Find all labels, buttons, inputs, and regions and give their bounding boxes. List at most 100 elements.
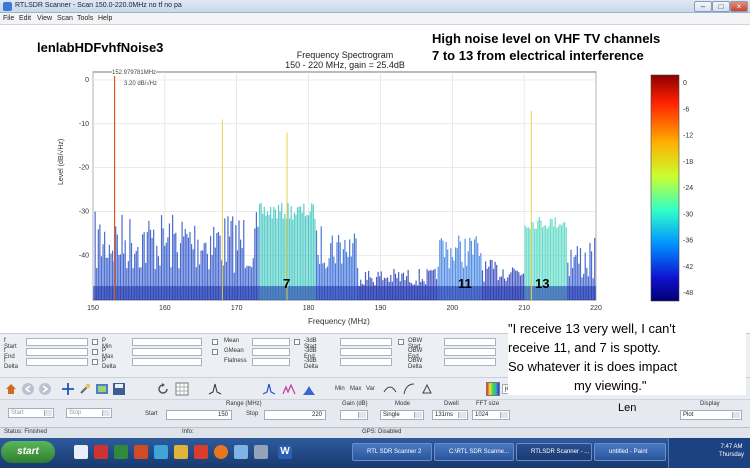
quote-line1: "I receive 13 very well, I can't	[508, 321, 676, 336]
y-tick-0: 0	[85, 77, 89, 84]
mean-checkbox[interactable]	[212, 339, 218, 345]
diff-icon[interactable]	[402, 382, 416, 396]
plot-title: Frequency Spectrogram 150 - 220 MHz, gai…	[250, 50, 440, 70]
start-frequency-input[interactable]: 150	[166, 410, 232, 420]
grid-icon[interactable]	[175, 382, 189, 396]
quicklaunch-ie-icon[interactable]	[154, 445, 168, 459]
max-toggle[interactable]: Max	[350, 386, 361, 392]
gmean-checkbox[interactable]	[212, 349, 218, 355]
menu-bar: File Edit View Scan Tools Help	[0, 13, 750, 25]
colorbar-tick--6: -6	[683, 106, 689, 113]
3db-checkbox[interactable]	[294, 339, 300, 345]
y-tick--10: -10	[79, 121, 89, 128]
quicklaunch-explorer-icon[interactable]	[74, 445, 88, 459]
quote-annotation: "I receive 13 very well, I can't receive…	[508, 319, 746, 395]
quicklaunch-media-icon[interactable]	[94, 445, 108, 459]
obw-checkbox[interactable]	[398, 339, 404, 345]
home-icon[interactable]	[4, 382, 18, 396]
fft-size-label: FFT size	[476, 401, 500, 407]
refresh-icon[interactable]	[156, 382, 170, 396]
x-tick-160: 160	[159, 305, 171, 312]
mode-select[interactable]: Single	[380, 410, 424, 420]
plot-area[interactable]: 150 160 170 180 190 200 210 220 0 -10 -20 -30 -40 0…	[0, 25, 750, 333]
quicklaunch-acrobat-icon[interactable]	[194, 445, 208, 459]
forward-icon[interactable]	[38, 382, 52, 396]
fft-size-select[interactable]: 1024	[472, 410, 510, 420]
x-tick-labels: 150 160 170 180 190 200 210 220	[87, 305, 602, 312]
close-button[interactable]: ×	[730, 1, 748, 12]
menu-help[interactable]: Help	[98, 15, 112, 22]
gain-select[interactable]	[340, 410, 368, 420]
multi-trace-icon[interactable]	[282, 382, 296, 396]
x-tick-220: 220	[590, 305, 602, 312]
y-tick--20: -20	[79, 165, 89, 172]
f-start-value	[26, 338, 88, 346]
quicklaunch-powerpoint-icon[interactable]	[134, 445, 148, 459]
task-rtl-sdr-scanner-2[interactable]: RTL SDR Scanner 2	[352, 443, 432, 461]
start-button-select[interactable]: Start	[8, 408, 54, 418]
plot-title-line1: Frequency Spectrogram	[296, 50, 394, 60]
back-icon[interactable]	[21, 382, 35, 396]
quote-line3: So whatever it is does impact	[508, 359, 678, 374]
f-end-value	[26, 348, 88, 356]
f-delta-label: f Delta	[4, 358, 19, 370]
pan-icon[interactable]	[61, 382, 75, 396]
info-text: Info:	[182, 429, 194, 435]
var-toggle[interactable]: Var	[366, 386, 375, 392]
quicklaunch-folder-icon[interactable]	[174, 445, 188, 459]
menu-scan[interactable]: Scan	[57, 15, 73, 22]
range-label: Range (MHz)	[226, 401, 262, 407]
quicklaunch-excel-icon[interactable]	[114, 445, 128, 459]
x-tick-180: 180	[303, 305, 315, 312]
menu-file[interactable]: File	[3, 15, 14, 22]
dwell-select[interactable]: 131ms	[432, 410, 468, 420]
zoom-icon[interactable]	[78, 382, 92, 396]
smooth-icon[interactable]	[383, 382, 397, 396]
gain-label: Gain (dB)	[342, 401, 368, 407]
peak-icon[interactable]	[208, 382, 222, 396]
obw-start-value	[444, 338, 496, 346]
flatness-value	[252, 358, 290, 366]
menu-edit[interactable]: Edit	[19, 15, 31, 22]
channel-7-label: 7	[283, 276, 291, 291]
headline-annotation: High noise level on VHF TV channels 7 to…	[432, 30, 660, 64]
min-toggle[interactable]: Min	[335, 386, 345, 392]
fill-icon[interactable]	[302, 382, 316, 396]
p-delta-checkbox[interactable]	[92, 359, 98, 365]
menu-tools[interactable]: Tools	[77, 15, 93, 22]
p-min-checkbox[interactable]	[92, 339, 98, 345]
peak-frequency-label: 152.979781MHz	[112, 70, 157, 76]
save-icon[interactable]	[112, 382, 126, 396]
mean-label: Mean	[224, 338, 240, 344]
colorbar-tick--24: -24	[683, 185, 693, 192]
stop-button-select[interactable]: Stop	[66, 408, 112, 418]
p-max-checkbox[interactable]	[92, 349, 98, 355]
menu-view[interactable]: View	[37, 15, 52, 22]
peak-level-label: 3.20 dB/√Hz	[124, 81, 157, 87]
minimize-button[interactable]: –	[694, 1, 712, 12]
colorbar-tick--48: -48	[683, 290, 693, 297]
y-tick--30: -30	[79, 209, 89, 216]
obw-delta-label: OBW Delta	[408, 358, 423, 370]
maximize-button[interactable]: □	[712, 1, 730, 12]
delta-icon[interactable]	[420, 382, 434, 396]
start-button[interactable]: start	[1, 441, 55, 463]
quote-line4: my viewing."	[574, 378, 647, 393]
quicklaunch-word-icon[interactable]: W	[278, 445, 292, 459]
display-select[interactable]: Plot	[680, 410, 742, 420]
quicklaunch-network-icon[interactable]	[234, 445, 248, 459]
single-trace-icon[interactable]	[262, 382, 276, 396]
quicklaunch-firefox-icon[interactable]	[214, 445, 228, 459]
task-paint[interactable]: untitled - Paint	[594, 443, 666, 461]
system-tray: 7:47 AM Thursday	[668, 438, 750, 468]
quicklaunch-tool-icon[interactable]	[254, 445, 268, 459]
colormap-swatch	[486, 382, 500, 396]
f-delta-value	[26, 358, 88, 366]
colorbar-tick--42: -42	[683, 264, 693, 271]
task-rtlsdr-scanner[interactable]: RTLSDR Scanner - ...	[516, 443, 592, 461]
task-rtl-sdr-folder[interactable]: C:\RTL SDR Scanne...	[434, 443, 514, 461]
stop-frequency-input[interactable]: 220	[264, 410, 326, 420]
clock: 7:47 AM Thursday	[719, 443, 744, 459]
configure-icon[interactable]	[95, 382, 109, 396]
colorbar	[650, 74, 680, 302]
